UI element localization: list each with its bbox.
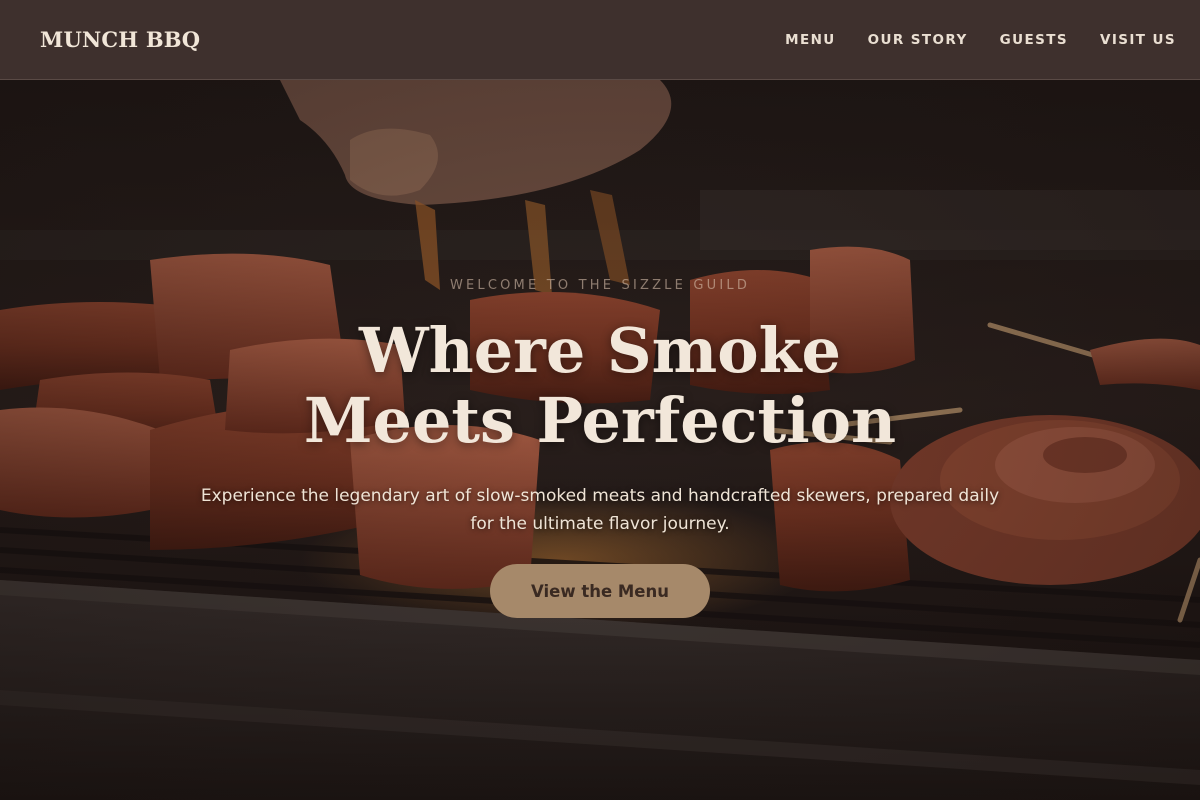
hero-headline: Where Smoke Meets Perfection bbox=[303, 314, 897, 457]
brand-logo[interactable]: MUNCH BBQ bbox=[40, 27, 200, 52]
nav-link-menu[interactable]: MENU bbox=[785, 32, 836, 48]
site-header: MUNCH BBQ MENU OUR STORY GUESTS VISIT US bbox=[0, 0, 1200, 80]
hero-content: WELCOME TO THE SIZZLE GUILD Where Smoke … bbox=[0, 80, 1200, 800]
nav-link-our-story[interactable]: OUR STORY bbox=[868, 32, 968, 48]
nav-link-guests[interactable]: GUESTS bbox=[1000, 32, 1068, 48]
main-nav: MENU OUR STORY GUESTS VISIT US bbox=[785, 32, 1176, 48]
hero-subhead: Experience the legendary art of slow-smo… bbox=[200, 486, 1000, 534]
hero-section: WELCOME TO THE SIZZLE GUILD Where Smoke … bbox=[0, 80, 1200, 800]
hero-eyebrow: WELCOME TO THE SIZZLE GUILD bbox=[449, 278, 751, 293]
nav-link-visit-us[interactable]: VISIT US bbox=[1100, 32, 1176, 48]
view-menu-button[interactable]: View the Menu bbox=[490, 564, 710, 618]
